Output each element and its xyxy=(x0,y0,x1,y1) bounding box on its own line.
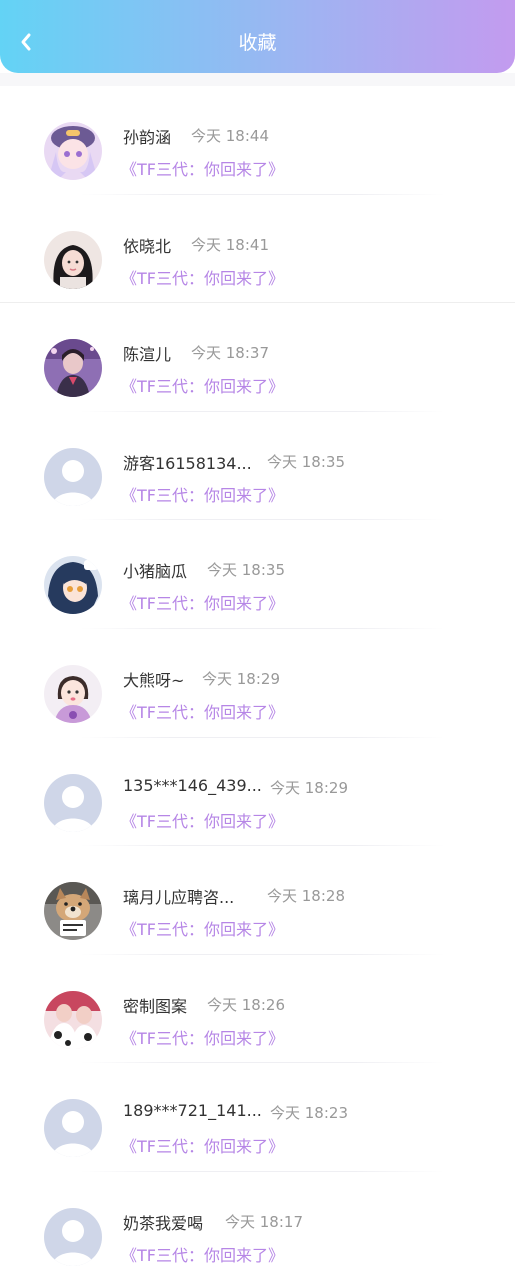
avatar-photo xyxy=(44,556,102,615)
user-name: 奶茶我爱喝 xyxy=(123,1213,204,1233)
drama-title-link[interactable]: 《TF三代：你回来了》 xyxy=(121,156,284,180)
user-avatar[interactable] xyxy=(44,339,102,398)
favorite-item[interactable]: 依晓北 今天 18:41 《TF三代：你回来了》 xyxy=(0,195,515,304)
user-name: 璃月儿应聘咨... xyxy=(123,888,235,908)
favorite-item[interactable]: 135***146_439... 今天 18:29 《TF三代：你回来了》 xyxy=(0,738,515,847)
favorite-time: 今天 18:44 xyxy=(191,127,269,145)
favorite-time: 今天 18:17 xyxy=(225,1212,303,1231)
back-button[interactable] xyxy=(14,28,38,56)
user-avatar[interactable] xyxy=(44,1207,102,1266)
drama-title-link[interactable]: 《TF三代：你回来了》 xyxy=(121,482,284,506)
drama-title-link[interactable]: 《TF三代：你回来了》 xyxy=(121,590,284,614)
avatar-photo xyxy=(44,230,102,289)
header-band xyxy=(0,73,515,86)
drama-title-link[interactable]: 《TF三代：你回来了》 xyxy=(121,373,284,397)
user-name: 孙韵涵 xyxy=(123,128,172,147)
user-avatar[interactable] xyxy=(44,447,102,506)
header-bar xyxy=(0,0,515,73)
default-avatar-icon xyxy=(44,1099,102,1158)
favorite-item[interactable]: 大熊呀~ 今天 18:29 《TF三代：你回来了》 xyxy=(0,629,515,738)
user-name: 陈渲儿 xyxy=(123,345,172,365)
favorite-time: 今天 18:29 xyxy=(202,669,280,688)
avatar-photo xyxy=(44,882,102,941)
favorite-item[interactable]: 奶茶我爱喝 今天 18:17 《TF三代：你回来了》 xyxy=(0,1172,515,1280)
favorite-item[interactable]: 陈渲儿 今天 18:37 《TF三代：你回来了》 xyxy=(0,303,515,412)
user-avatar[interactable] xyxy=(44,990,102,1049)
user-name: 大熊呀~ xyxy=(123,670,185,690)
user-name: 135***146_439... xyxy=(123,775,262,795)
favorite-time: 今天 18:28 xyxy=(267,887,345,906)
chevron-left-icon xyxy=(21,33,31,51)
drama-title-link[interactable]: 《TF三代：你回来了》 xyxy=(121,1025,284,1049)
favorite-item[interactable]: 璃月儿应聘咨... 今天 18:28 《TF三代：你回来了》 xyxy=(0,846,515,955)
user-avatar[interactable] xyxy=(44,1099,102,1158)
favorite-item[interactable]: 小猪脑瓜 今天 18:35 《TF三代：你回来了》 xyxy=(0,520,515,629)
favorite-item[interactable]: 密制图案 今天 18:26 《TF三代：你回来了》 xyxy=(0,955,515,1064)
drama-title-link[interactable]: 《TF三代：你回来了》 xyxy=(121,265,284,289)
avatar-photo xyxy=(44,990,102,1049)
favorite-item[interactable]: 孙韵涵 今天 18:44 《TF三代：你回来了》 xyxy=(0,86,515,195)
user-avatar[interactable] xyxy=(44,122,102,180)
favorite-time: 今天 18:29 xyxy=(270,778,348,797)
drama-title-link[interactable]: 《TF三代：你回来了》 xyxy=(121,808,284,832)
user-name: 小猪脑瓜 xyxy=(123,562,188,582)
favorite-item[interactable]: 189***721_141... 今天 18:23 《TF三代：你回来了》 xyxy=(0,1063,515,1172)
favorite-time: 今天 18:37 xyxy=(191,344,269,363)
user-avatar[interactable] xyxy=(44,664,102,723)
favorite-time: 今天 18:35 xyxy=(267,452,345,471)
favorite-time: 今天 18:35 xyxy=(207,561,285,580)
user-name: 游客16158134... xyxy=(123,453,252,473)
favorites-list: 孙韵涵 今天 18:44 《TF三代：你回来了》 依晓北 今天 18:41 《TF三代：你… xyxy=(0,86,515,1280)
avatar-photo xyxy=(44,339,102,398)
default-avatar-icon xyxy=(44,447,102,506)
avatar-photo xyxy=(44,664,102,723)
user-name: 依晓北 xyxy=(123,236,172,256)
avatar-photo xyxy=(44,122,102,180)
default-avatar-icon xyxy=(44,1207,102,1266)
drama-title-link[interactable]: 《TF三代：你回来了》 xyxy=(121,699,284,723)
user-name: 密制图案 xyxy=(123,996,188,1016)
favorite-time: 今天 18:26 xyxy=(207,995,285,1014)
favorite-time: 今天 18:41 xyxy=(191,235,269,254)
favorite-item[interactable]: 游客16158134... 今天 18:35 《TF三代：你回来了》 xyxy=(0,412,515,521)
user-avatar[interactable] xyxy=(44,230,102,289)
user-avatar[interactable] xyxy=(44,773,102,832)
user-name: 189***721_141... xyxy=(123,1101,262,1121)
default-avatar-icon xyxy=(44,773,102,832)
user-avatar[interactable] xyxy=(44,556,102,615)
user-avatar[interactable] xyxy=(44,882,102,941)
drama-title-link[interactable]: 《TF三代：你回来了》 xyxy=(121,916,284,940)
drama-title-link[interactable]: 《TF三代：你回来了》 xyxy=(121,1133,284,1157)
favorite-time: 今天 18:23 xyxy=(270,1104,348,1123)
drama-title-link[interactable]: 《TF三代：你回来了》 xyxy=(121,1242,284,1266)
